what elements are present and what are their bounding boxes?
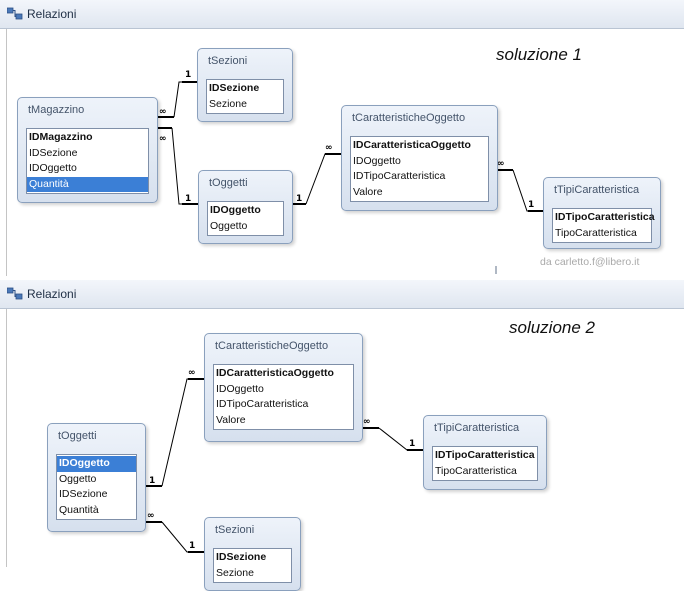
one-marker: 1	[185, 194, 191, 204]
relation-caratteristiche-tipi[interactable]: ∞ 1	[361, 417, 423, 451]
field-primary-key[interactable]: IDOggetto	[208, 203, 283, 219]
relation-caratteristiche-tipi[interactable]: ∞ 1	[495, 159, 543, 212]
field[interactable]: Valore	[351, 185, 488, 201]
field[interactable]: Quantità	[57, 503, 136, 519]
field[interactable]: IDSezione	[57, 487, 136, 503]
field-list[interactable]: IDMagazzino IDSezione IDOggetto Quantità	[26, 128, 149, 195]
many-marker: ∞	[147, 511, 155, 521]
field-list[interactable]: IDOggetto Oggetto	[207, 201, 284, 237]
field-primary-key[interactable]: IDTipoCaratteristica	[433, 448, 537, 464]
watermark: da carletto.f@libero.it	[540, 256, 640, 268]
relationships-window-top: Relazioni ∞ 1 ∞ 1 1 ∞ ∞ 1 soluzione 1 tM…	[0, 0, 684, 276]
field-list[interactable]: IDTipoCaratteristica TipoCaratteristica	[552, 208, 655, 244]
table-title: tCaratteristicheOggetto	[215, 340, 329, 352]
field-list[interactable]: IDSezione Sezione	[206, 79, 284, 115]
table-tCaratteristicheOggetto[interactable]: tCaratteristicheOggetto IDCaratteristica…	[341, 105, 498, 211]
table-tOggetti[interactable]: tOggetti IDOggetto Oggetto	[198, 170, 293, 244]
many-marker: ∞	[325, 143, 333, 153]
many-marker: ∞	[159, 107, 167, 117]
scroll-grip[interactable]	[495, 266, 497, 274]
window-titlebar[interactable]: Relazioni	[0, 280, 684, 309]
field[interactable]: IDOggetto	[351, 154, 488, 170]
table-tMagazzino[interactable]: tMagazzino IDMagazzino IDSezione IDOgget…	[17, 97, 158, 203]
relationships-canvas[interactable]: ∞ 1 ∞ 1 1 ∞ ∞ 1 soluzione 1 tMagazzino I…	[6, 29, 684, 276]
table-title: tSezioni	[208, 55, 248, 67]
table-title: tOggetti	[209, 177, 248, 189]
field[interactable]: IDOggetto	[214, 382, 353, 398]
relation-oggetti-caratteristiche[interactable]: 1 ∞	[290, 143, 342, 205]
relationships-window-icon	[7, 7, 23, 20]
relationships-canvas[interactable]: 1 ∞ ∞ 1 ∞ 1 soluzione 2 tOggetti IDOgget…	[6, 309, 684, 591]
table-tSezioni[interactable]: tSezioni IDSezione Sezione	[197, 48, 293, 122]
many-marker: ∞	[188, 368, 196, 378]
table-tSezioni[interactable]: tSezioni IDSezione Sezione	[204, 517, 301, 591]
table-tTipiCaratteristica[interactable]: tTipiCaratteristica IDTipoCaratteristica…	[543, 177, 661, 249]
one-marker: 1	[189, 541, 195, 551]
field[interactable]: IDTipoCaratteristica	[351, 169, 488, 185]
relationships-window-bottom: Relazioni 1 ∞ ∞ 1 ∞ 1 soluzione 2 tOgget…	[0, 280, 684, 591]
relation-oggetti-caratteristiche[interactable]: 1 ∞	[144, 368, 204, 487]
window-title: Relazioni	[27, 7, 77, 21]
many-marker: ∞	[497, 159, 505, 169]
field[interactable]: TipoCaratteristica	[433, 464, 537, 480]
field[interactable]: Oggetto	[208, 219, 283, 235]
field[interactable]: Sezione	[214, 566, 291, 582]
many-marker: ∞	[159, 134, 167, 144]
field-primary-key-selected[interactable]: IDOggetto	[57, 456, 136, 472]
field-list[interactable]: IDOggetto Oggetto IDSezione Quantità	[56, 454, 137, 521]
field[interactable]: IDSezione	[27, 146, 148, 162]
field-list[interactable]: IDCaratteristicaOggetto IDOggetto IDTipo…	[213, 364, 354, 431]
field-selected[interactable]: Quantità	[27, 176, 148, 193]
table-title: tCaratteristicheOggetto	[352, 112, 466, 124]
table-tOggetti[interactable]: tOggetti IDOggetto Oggetto IDSezione Qua…	[47, 423, 146, 532]
field[interactable]: IDOggetto	[27, 161, 148, 177]
relation-magazzino-oggetti[interactable]: ∞ 1	[158, 127, 198, 205]
field-list[interactable]: IDCaratteristicaOggetto IDOggetto IDTipo…	[350, 136, 489, 203]
one-marker: 1	[185, 70, 191, 80]
field-primary-key[interactable]: IDSezione	[207, 81, 283, 97]
solution-label: soluzione 2	[509, 318, 596, 337]
relation-oggetti-sezioni[interactable]: ∞ 1	[144, 511, 204, 553]
field-primary-key[interactable]: IDSezione	[214, 550, 291, 566]
field[interactable]: IDTipoCaratteristica	[214, 397, 353, 413]
relationships-window-icon	[7, 287, 23, 300]
table-title: tOggetti	[58, 430, 97, 442]
field-primary-key[interactable]: IDTipoCaratteristica	[553, 210, 655, 226]
solution-label: soluzione 1	[496, 45, 583, 64]
table-title: tSezioni	[215, 524, 255, 536]
table-tCaratteristicheOggetto[interactable]: tCaratteristicheOggetto IDCaratteristica…	[204, 333, 363, 442]
one-marker: 1	[528, 200, 534, 210]
window-title: Relazioni	[27, 287, 77, 301]
field-list[interactable]: IDSezione Sezione	[213, 548, 292, 584]
field-primary-key[interactable]: IDMagazzino	[27, 130, 148, 146]
one-marker: 1	[409, 439, 415, 449]
field[interactable]: TipoCaratteristica	[553, 226, 651, 242]
table-title: tTipiCaratteristica	[434, 422, 520, 434]
relation-magazzino-sezioni[interactable]: ∞ 1	[158, 70, 198, 118]
field[interactable]: Oggetto	[57, 472, 136, 488]
table-tTipiCaratteristica[interactable]: tTipiCaratteristica IDTipoCaratteristica…	[423, 415, 547, 490]
table-title: tTipiCaratteristica	[554, 184, 640, 196]
field-primary-key[interactable]: IDCaratteristicaOggetto	[214, 366, 353, 382]
field[interactable]: Sezione	[207, 97, 283, 113]
field-list[interactable]: IDTipoCaratteristica TipoCaratteristica	[432, 446, 538, 482]
window-titlebar[interactable]: Relazioni	[0, 0, 684, 29]
one-marker: 1	[149, 476, 155, 486]
table-title: tMagazzino	[28, 104, 85, 116]
one-marker: 1	[296, 194, 302, 204]
field-primary-key[interactable]: IDCaratteristicaOggetto	[351, 138, 488, 154]
many-marker: ∞	[363, 417, 371, 427]
field[interactable]: Valore	[214, 413, 353, 429]
